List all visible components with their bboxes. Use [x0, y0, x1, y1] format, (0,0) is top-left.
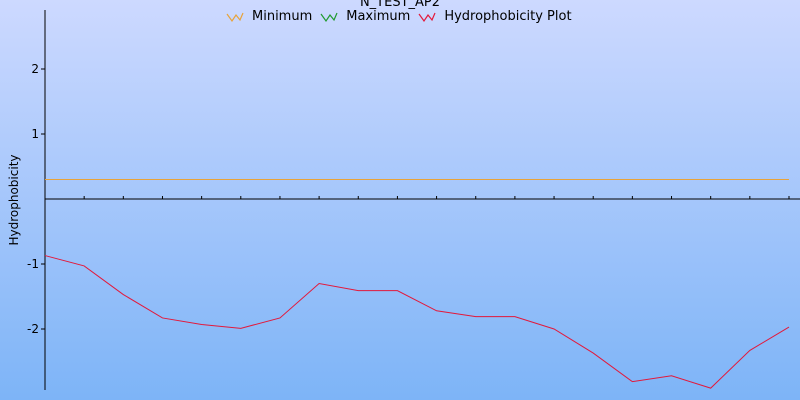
y-tick-label-0: 2 — [31, 62, 39, 76]
y-tick-label-2: -1 — [27, 257, 39, 271]
hydrophobicity-chart: N_TEST_AP2 Minimum Maximum Hydrophobicit… — [0, 0, 800, 400]
y-tick-label-1: 1 — [31, 127, 39, 141]
series-line-2 — [44, 255, 790, 389]
plot-area: 2 1 -1 -2 — [27, 10, 800, 390]
y-tick-label-3: -2 — [27, 322, 39, 336]
